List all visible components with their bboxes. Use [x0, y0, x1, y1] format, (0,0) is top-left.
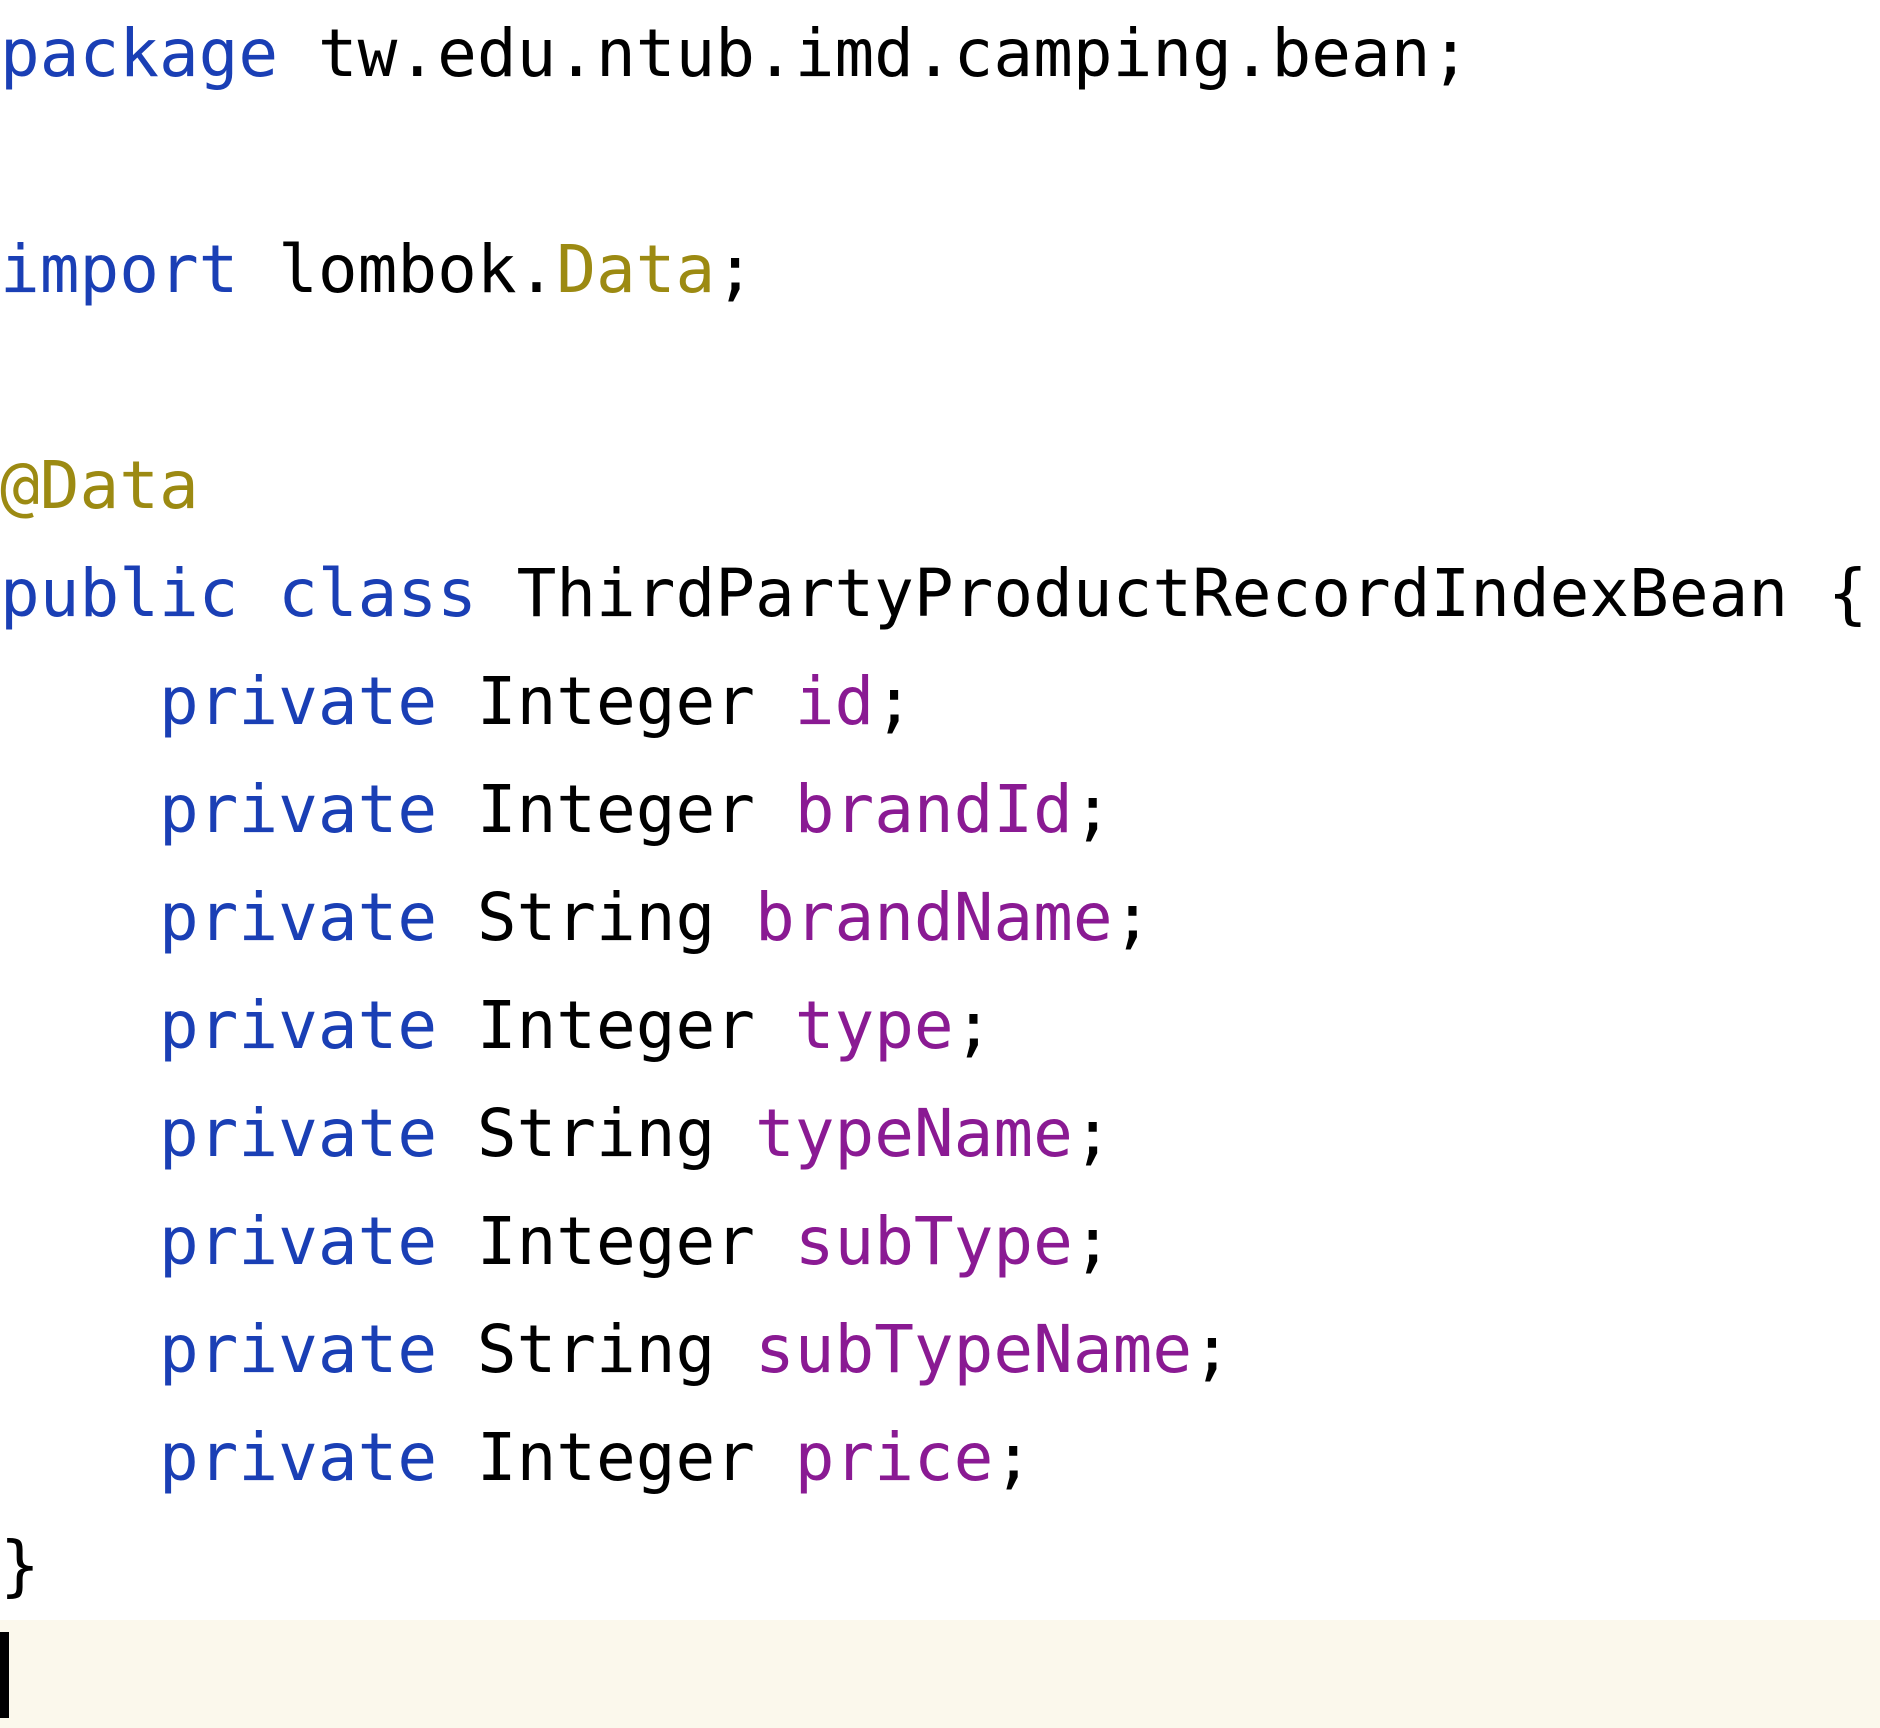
code-line: @Data	[0, 432, 1880, 540]
code-token-plain: String	[437, 879, 755, 956]
code-token-field: subType	[794, 1203, 1073, 1280]
code-token-plain: tw.edu.ntub.imd.camping.bean;	[278, 15, 1471, 92]
code-token-plain: ;	[1072, 1203, 1113, 1280]
code-line: private Integer type;	[0, 972, 1880, 1080]
code-token-field: price	[794, 1419, 994, 1496]
code-token-plain: ;	[953, 987, 994, 1064]
code-token-plain: ThirdPartyProductRecordIndexBean {	[476, 555, 1868, 632]
code-token-field: id	[794, 663, 875, 740]
code-line: private String brandName;	[0, 864, 1880, 972]
code-token-plain: ;	[874, 663, 914, 740]
code-line: private String subTypeName;	[0, 1296, 1880, 1404]
code-line: private Integer subType;	[0, 1188, 1880, 1296]
code-token-field: typeName	[754, 1095, 1073, 1172]
code-line: private Integer brandId;	[0, 756, 1880, 864]
code-token-kw: private	[0, 879, 438, 956]
code-token-plain: Integer	[437, 987, 795, 1064]
code-line: private String typeName;	[0, 1080, 1880, 1188]
code-token-field: subTypeName	[754, 1311, 1193, 1388]
code-token-kw: import	[0, 231, 239, 308]
code-line: import lombok.Data;	[0, 216, 1880, 324]
code-token-plain: Integer	[437, 1203, 795, 1280]
code-token-kw: private	[0, 1419, 438, 1496]
code-line: package tw.edu.ntub.imd.camping.bean;	[0, 0, 1880, 108]
code-token-kw: private	[0, 771, 438, 848]
code-token-ann: @Data	[0, 447, 199, 524]
code-token-kw: private	[0, 987, 438, 1064]
code-token-field: type	[794, 987, 954, 1064]
code-token-plain: String	[437, 1095, 755, 1172]
text-caret	[0, 1632, 9, 1718]
code-token-plain: ;	[993, 1419, 1034, 1496]
code-token-kw: private	[0, 1095, 438, 1172]
code-token-plain: Integer	[437, 771, 795, 848]
code-line: public class ThirdPartyProductRecordInde…	[0, 540, 1880, 648]
code-token-kw: private	[0, 1203, 438, 1280]
code-line: private Integer id;	[0, 648, 1880, 756]
code-token-ann: Data	[556, 231, 716, 308]
code-token-field: brandName	[754, 879, 1113, 956]
code-token-kw: package	[0, 15, 279, 92]
code-token-kw: public class	[0, 555, 477, 632]
code-token-plain: ;	[1192, 1311, 1232, 1388]
code-token-plain: ;	[1072, 1095, 1113, 1172]
code-token-plain: lombok.	[238, 231, 557, 308]
code-token-field: brandId	[794, 771, 1073, 848]
code-token-plain: ;	[1072, 771, 1113, 848]
code-token-plain: String	[437, 1311, 755, 1388]
code-token-kw: private	[0, 663, 438, 740]
code-token-plain: ;	[1112, 879, 1153, 956]
code-token-plain: ;	[715, 231, 756, 308]
code-token-plain: Integer	[437, 663, 795, 740]
code-line: }	[0, 1512, 1880, 1620]
code-token-plain: Integer	[437, 1419, 795, 1496]
code-token-kw: private	[0, 1311, 438, 1388]
code-editor[interactable]: package tw.edu.ntub.imd.camping.bean; imp…	[0, 0, 1880, 1728]
code-token-plain: }	[0, 1527, 40, 1604]
code-line: private Integer price;	[0, 1404, 1880, 1512]
